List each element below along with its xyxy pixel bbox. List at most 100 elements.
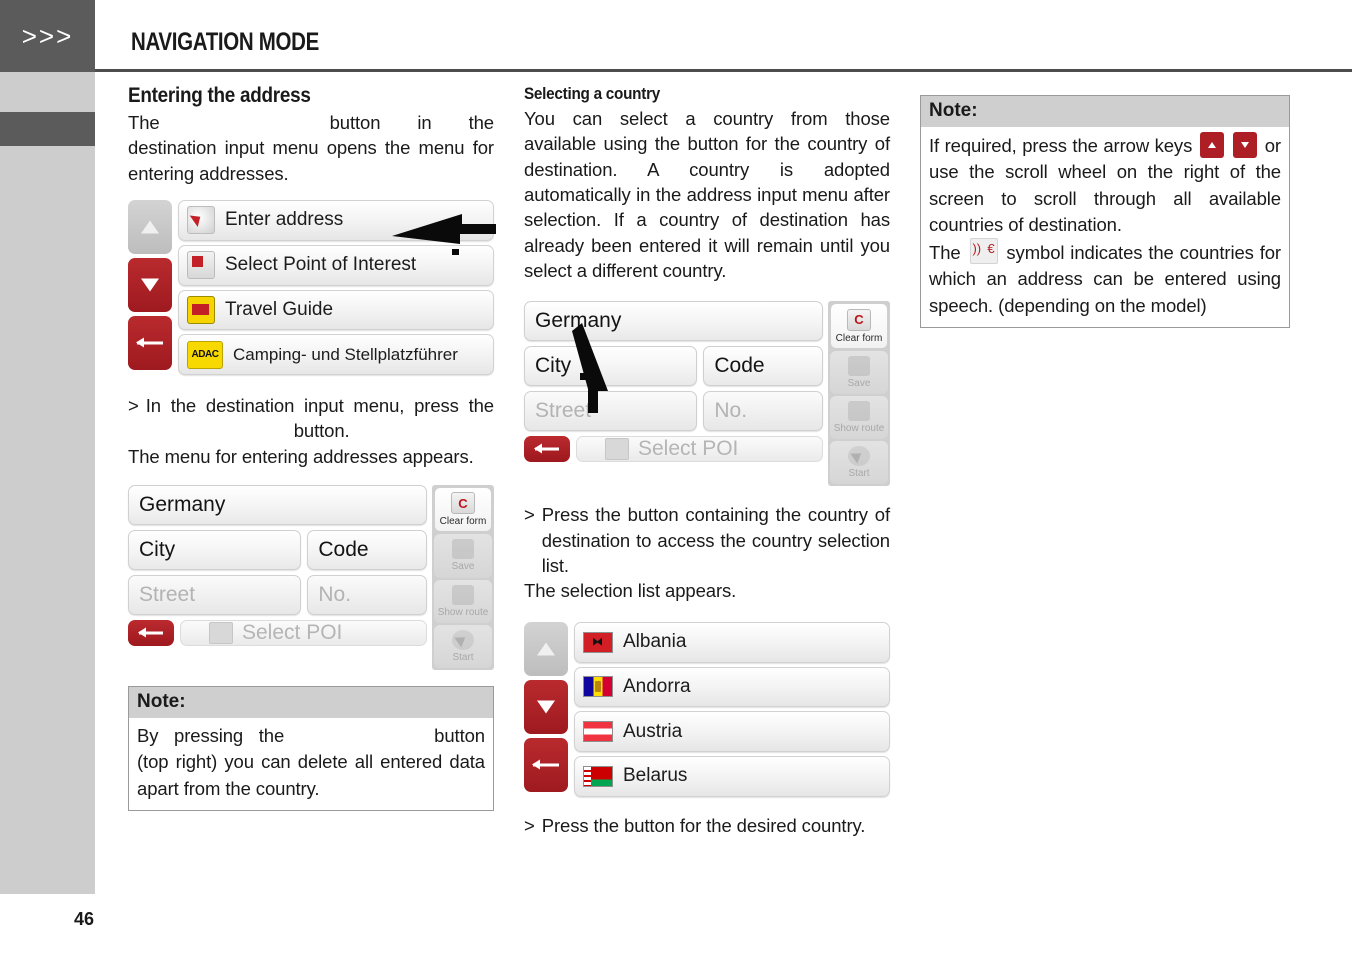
middle-section-heading: Selecting a country [524, 84, 661, 103]
city-field[interactable]: City [128, 530, 302, 571]
house-number-field[interactable]: No. [307, 575, 427, 616]
clear-form-button[interactable]: C Clear form [830, 303, 888, 349]
arrow-down-key-icon [1233, 132, 1258, 158]
save-icon [452, 539, 474, 560]
country-row: Germany [524, 301, 823, 342]
country-field[interactable]: Germany [524, 301, 823, 342]
scroll-up-icon[interactable] [128, 200, 172, 255]
scroll-up-icon[interactable] [524, 621, 568, 676]
step-text-before: In the destination input menu, press the [145, 395, 494, 417]
step-text: Press the button containing the country … [541, 504, 890, 577]
speech-input-icon [969, 238, 998, 265]
sidebar-active-section-band [0, 112, 95, 146]
start-button[interactable]: Start [434, 624, 492, 669]
menu-item-label: Travel Guide [225, 298, 334, 320]
arrow-up-key-icon [1199, 132, 1224, 158]
street-field[interactable]: Street [128, 575, 302, 616]
menu-row-list: Enter address Select Point of Interest T… [178, 200, 494, 376]
select-poi-button[interactable]: Select POI [180, 620, 427, 647]
country-item-andorra[interactable]: Andorra [574, 666, 890, 708]
left-column: Entering the address The button in the de… [128, 84, 496, 811]
code-field[interactable]: Code [307, 530, 427, 571]
address-form-screenshot: Germany City Code Street No. Select POI … [128, 485, 494, 671]
note-paragraph: By pressing the button (top right) you ca… [137, 723, 485, 802]
street-no-row: Street No. [128, 575, 427, 616]
country-list-screenshot: Albania Andorra Austria Belarus [524, 621, 890, 797]
code-field[interactable]: Code [703, 346, 823, 387]
step-marker: > [524, 504, 535, 526]
country-item-austria[interactable]: Austria [574, 711, 890, 753]
select-poi-label: Select POI [242, 621, 343, 645]
show-route-label: Show route [833, 423, 885, 435]
address-form-screenshot-2: Germany City Code Street No. Select POI … [524, 301, 890, 487]
back-icon[interactable] [524, 436, 570, 463]
save-button[interactable]: Save [830, 350, 888, 394]
country-field[interactable]: Germany [128, 485, 427, 526]
adac-icon: ADAC [187, 340, 223, 369]
middle-column: Selecting a country You can select a cou… [524, 84, 890, 838]
show-route-button[interactable]: Show route [434, 579, 492, 623]
address-form-fields: Germany City Code Street No. Select POI [128, 485, 427, 670]
scroll-down-icon[interactable] [524, 679, 568, 734]
menu-item-select-poi[interactable]: Select Point of Interest [178, 244, 494, 286]
step-marker: > [128, 395, 139, 417]
poi-row: Select POI [128, 620, 427, 647]
menu-item-label: Camping- und Stellplatzführer [233, 344, 458, 364]
back-icon[interactable] [128, 316, 172, 371]
show-route-icon [452, 584, 474, 605]
note-text-before: By pressing the [137, 725, 285, 747]
menu-item-label: Enter address [225, 209, 344, 231]
country-item-albania[interactable]: Albania [574, 621, 890, 663]
scroll-down-icon[interactable] [128, 258, 172, 313]
poi-icon [187, 251, 215, 280]
note-paragraph-1: If required, press the arrow keys or use… [929, 132, 1281, 238]
left-intro-paragraph: The button in the destination input menu … [128, 110, 494, 186]
step-text-after: button. [293, 420, 350, 442]
clear-form-label: Clear form [835, 332, 883, 344]
clear-form-label: Clear form [439, 516, 487, 528]
country-label: Albania [623, 631, 687, 653]
left-section-heading: Entering the address [128, 84, 311, 107]
note-part-1: If required, press the arrow keys [929, 135, 1193, 156]
note-part-3-before: The [929, 242, 961, 264]
menu-item-camping-guide[interactable]: ADAC Camping- und Stellplatzführer [178, 334, 494, 376]
albania-flag-icon [583, 631, 613, 653]
country-label: Andorra [623, 675, 691, 697]
street-field[interactable]: Street [524, 391, 698, 432]
save-label: Save [847, 377, 871, 389]
page-number: 46 [74, 909, 95, 929]
address-form-fields: Germany City Code Street No. Select POI [524, 301, 823, 486]
house-number-field[interactable]: No. [703, 391, 823, 432]
save-label: Save [451, 561, 475, 573]
country-row: Germany [128, 485, 427, 526]
list-nav-key-column [524, 621, 568, 797]
poi-row: Select POI [524, 436, 823, 463]
select-poi-button[interactable]: Select POI [576, 436, 823, 463]
middle-step-2: > Press the button for the desired count… [524, 813, 890, 838]
back-icon[interactable] [524, 737, 568, 792]
menu-item-enter-address[interactable]: Enter address [178, 200, 494, 241]
save-button[interactable]: Save [434, 534, 492, 578]
city-field[interactable]: City [524, 346, 698, 387]
right-note-box: Note: If required, press the arrow keys … [920, 95, 1290, 328]
start-label: Start [848, 468, 870, 480]
save-icon [848, 355, 870, 376]
menu-item-travel-guide[interactable]: Travel Guide [178, 289, 494, 331]
menu-item-label: Select Point of Interest [225, 254, 417, 276]
back-icon[interactable] [128, 620, 174, 647]
city-code-row: City Code [524, 346, 823, 387]
sidebar-chapter-marker: >>> [0, 0, 95, 72]
note-title: Note: [129, 687, 493, 719]
left-intro-after: button in the destination input menu ope… [128, 112, 494, 184]
start-button[interactable]: Start [830, 441, 888, 485]
clear-form-icon: C [847, 308, 871, 331]
note-body: If required, press the arrow keys or use… [921, 127, 1289, 327]
country-item-belarus[interactable]: Belarus [574, 756, 890, 797]
left-intro-before: The [128, 112, 160, 133]
austria-flag-icon [583, 721, 613, 743]
start-label: Start [452, 651, 474, 663]
page-header: NAVIGATION MODE [95, 0, 1352, 72]
show-route-button[interactable]: Show route [830, 395, 888, 440]
note-title: Note: [921, 96, 1289, 127]
clear-form-button[interactable]: C Clear form [434, 487, 492, 533]
